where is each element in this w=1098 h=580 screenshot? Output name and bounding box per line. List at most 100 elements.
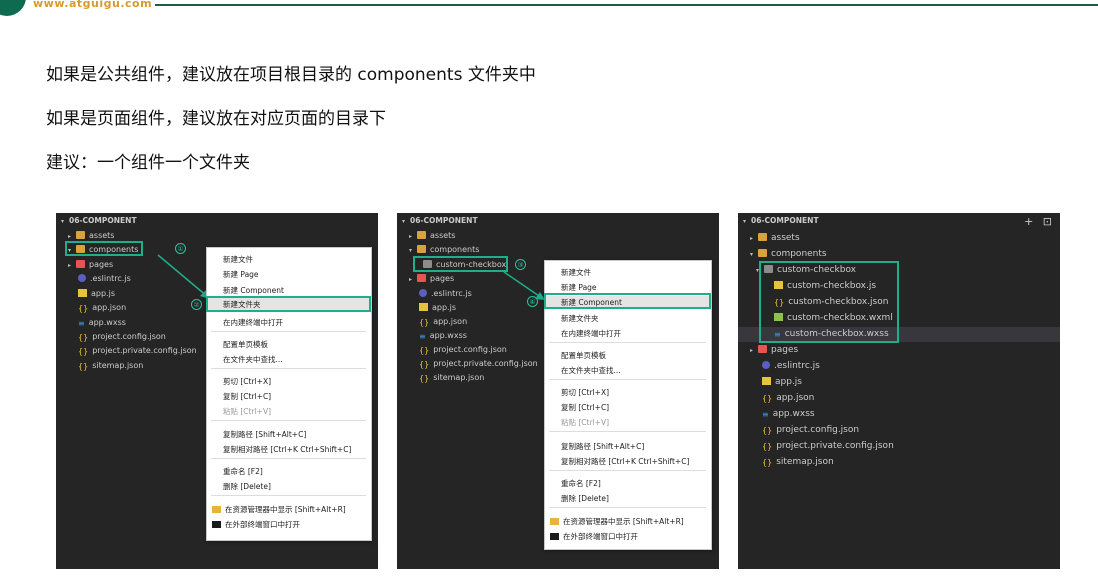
eslint-icon bbox=[419, 289, 427, 297]
chevron-right-icon: ▸ bbox=[409, 276, 413, 283]
menu-divider bbox=[211, 368, 366, 369]
menu-divider bbox=[211, 420, 366, 421]
folder-icon bbox=[417, 231, 426, 239]
json-file-icon: {} bbox=[762, 458, 773, 467]
tree-item-project-private-config[interactable]: {} project.private.config.json bbox=[419, 357, 538, 370]
tree-item-app-json[interactable]: {} app.json bbox=[419, 315, 467, 328]
tree-item-eslintrc[interactable]: .eslintrc.js bbox=[78, 272, 131, 285]
heading-public-components: 如果是公共组件，建议放在项目根目录的 components 文件夹中 bbox=[46, 65, 536, 85]
tree-item-app-js[interactable]: app.js bbox=[762, 376, 802, 389]
menu-copy-path[interactable]: 复制路径 [Shift+Alt+C] bbox=[223, 429, 306, 440]
tree-item-pages[interactable]: ▸ pages bbox=[68, 258, 113, 271]
menu-new-file[interactable]: 新建文件 bbox=[223, 254, 253, 265]
folder-icon bbox=[76, 231, 85, 239]
menu-copy[interactable]: 复制 [Ctrl+C] bbox=[223, 391, 271, 402]
tree-item-project-private-config[interactable]: {} project.private.config.json bbox=[762, 440, 894, 453]
folder-icon bbox=[758, 345, 767, 353]
menu-open-external-terminal[interactable]: 在外部终端窗口中打开 bbox=[212, 519, 300, 530]
tree-item-components[interactable]: ▾ components bbox=[750, 248, 827, 261]
context-menu: 新建文件 新建 Page 新建 Component 新建文件夹 在内建终端中打开… bbox=[206, 247, 372, 541]
menu-rename[interactable]: 重命名 [F2] bbox=[561, 478, 601, 489]
highlight-components bbox=[65, 241, 143, 256]
tree-item-project-private-config[interactable]: {} project.private.config.json bbox=[78, 344, 197, 357]
json-file-icon: {} bbox=[419, 374, 430, 383]
menu-divider bbox=[549, 342, 706, 343]
tree-item-eslintrc[interactable]: .eslintrc.js bbox=[762, 360, 820, 373]
menu-open-terminal[interactable]: 在内建终端中打开 bbox=[561, 328, 621, 339]
menu-copy[interactable]: 复制 [Ctrl+C] bbox=[561, 402, 609, 413]
menu-reveal-in-explorer[interactable]: 在资源管理器中显示 [Shift+Alt+R] bbox=[212, 504, 346, 515]
menu-paste[interactable]: 粘贴 [Ctrl+V] bbox=[561, 417, 609, 428]
wxss-file-icon: ≡ bbox=[78, 319, 85, 328]
tree-item-project-config[interactable]: {} project.config.json bbox=[762, 424, 859, 437]
tree-item-pages[interactable]: ▸ pages bbox=[750, 344, 798, 357]
menu-copy-relative-path[interactable]: 复制相对路径 [Ctrl+K Ctrl+Shift+C] bbox=[561, 456, 689, 467]
tree-item-components[interactable]: ▾ components bbox=[409, 243, 479, 256]
menu-new-page[interactable]: 新建 Page bbox=[223, 269, 259, 280]
json-file-icon: {} bbox=[78, 304, 89, 313]
new-file-icon[interactable]: + bbox=[1024, 215, 1033, 228]
menu-new-component[interactable]: 新建 Component bbox=[223, 285, 284, 296]
tree-item-sitemap[interactable]: {} sitemap.json bbox=[78, 359, 143, 372]
tree-item-eslintrc[interactable]: .eslintrc.js bbox=[419, 287, 472, 300]
menu-reveal-in-explorer[interactable]: 在资源管理器中显示 [Shift+Alt+R] bbox=[550, 516, 684, 527]
new-folder-icon[interactable]: ⊡ bbox=[1043, 215, 1052, 228]
menu-delete[interactable]: 删除 [Delete] bbox=[223, 481, 271, 492]
js-file-icon bbox=[762, 377, 771, 385]
folder-icon bbox=[76, 260, 85, 268]
eslint-icon bbox=[762, 361, 770, 369]
menu-new-folder[interactable]: 新建文件夹 bbox=[561, 313, 599, 324]
eslint-icon bbox=[78, 274, 86, 282]
explorer-icon bbox=[212, 506, 221, 513]
menu-page-template[interactable]: 配置单页模板 bbox=[223, 339, 268, 350]
tree-item-assets[interactable]: ▸ assets bbox=[409, 229, 455, 242]
menu-rename[interactable]: 重命名 [F2] bbox=[223, 466, 263, 477]
brand-url: www.atguigu.com bbox=[33, 0, 153, 10]
tree-item-assets[interactable]: ▸ assets bbox=[750, 232, 800, 245]
folder-open-icon bbox=[417, 245, 426, 253]
terminal-icon bbox=[550, 533, 559, 540]
folder-icon bbox=[417, 274, 426, 282]
json-file-icon: {} bbox=[419, 318, 430, 327]
menu-new-file[interactable]: 新建文件 bbox=[561, 267, 591, 278]
step-marker: ③ bbox=[515, 259, 526, 270]
tree-item-app-wxss[interactable]: ≡ app.wxss bbox=[419, 329, 467, 342]
folder-icon bbox=[758, 233, 767, 241]
chevron-right-icon: ▸ bbox=[409, 233, 413, 240]
menu-open-terminal[interactable]: 在内建终端中打开 bbox=[223, 317, 283, 328]
tree-item-sitemap[interactable]: {} sitemap.json bbox=[762, 456, 834, 469]
heading-page-components: 如果是页面组件，建议放在对应页面的目录下 bbox=[46, 109, 386, 129]
highlight-new-component bbox=[544, 293, 711, 309]
menu-find-in-folder[interactable]: 在文件夹中查找... bbox=[561, 365, 621, 376]
menu-page-template[interactable]: 配置单页模板 bbox=[561, 350, 606, 361]
highlight-custom-checkbox bbox=[413, 256, 508, 272]
tree-item-pages[interactable]: ▸ pages bbox=[409, 272, 454, 285]
menu-new-page[interactable]: 新建 Page bbox=[561, 282, 597, 293]
highlight-new-folder bbox=[206, 296, 371, 312]
tree-item-app-js[interactable]: app.js bbox=[78, 287, 115, 300]
menu-cut[interactable]: 剪切 [Ctrl+X] bbox=[223, 376, 271, 387]
menu-paste[interactable]: 粘贴 [Ctrl+V] bbox=[223, 406, 271, 417]
menu-open-external-terminal[interactable]: 在外部终端窗口中打开 bbox=[550, 531, 638, 542]
tree-item-app-js[interactable]: app.js bbox=[419, 301, 456, 314]
wxss-file-icon: ≡ bbox=[762, 410, 769, 419]
menu-copy-path[interactable]: 复制路径 [Shift+Alt+C] bbox=[561, 441, 644, 452]
brand-logo bbox=[0, 0, 26, 16]
json-file-icon: {} bbox=[762, 442, 773, 451]
tree-item-project-config[interactable]: {} project.config.json bbox=[419, 343, 507, 356]
tree-item-app-wxss[interactable]: ≡ app.wxss bbox=[762, 408, 815, 421]
menu-cut[interactable]: 剪切 [Ctrl+X] bbox=[561, 387, 609, 398]
tree-item-project-config[interactable]: {} project.config.json bbox=[78, 330, 166, 343]
menu-divider bbox=[549, 431, 706, 432]
tree-item-sitemap[interactable]: {} sitemap.json bbox=[419, 371, 484, 384]
menu-divider bbox=[549, 470, 706, 471]
tree-item-app-json[interactable]: {} app.json bbox=[762, 392, 814, 405]
menu-find-in-folder[interactable]: 在文件夹中查找... bbox=[223, 354, 283, 365]
tree-item-app-wxss[interactable]: ≡ app.wxss bbox=[78, 316, 126, 329]
wxss-file-icon: ≡ bbox=[419, 332, 426, 341]
brand-header: www.atguigu.com bbox=[0, 0, 160, 16]
menu-copy-relative-path[interactable]: 复制相对路径 [Ctrl+K Ctrl+Shift+C] bbox=[223, 444, 351, 455]
menu-delete[interactable]: 删除 [Delete] bbox=[561, 493, 609, 504]
tree-item-app-json[interactable]: {} app.json bbox=[78, 301, 126, 314]
json-file-icon: {} bbox=[762, 426, 773, 435]
